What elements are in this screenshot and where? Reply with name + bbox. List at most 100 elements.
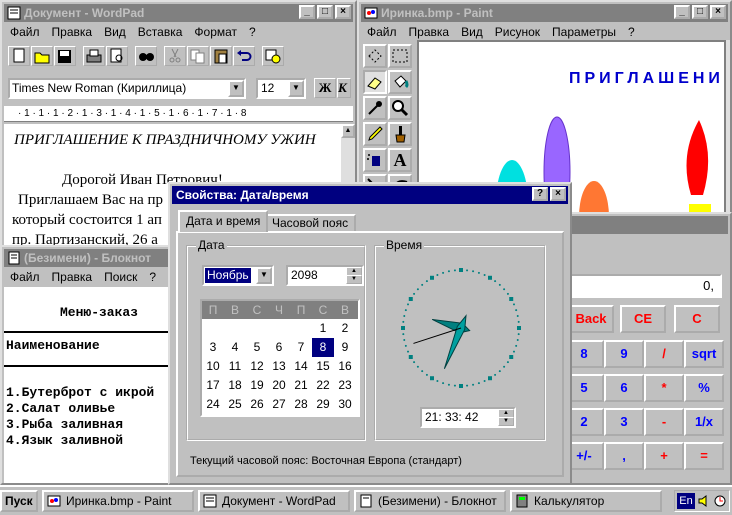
calendar-day[interactable]: 10 (202, 357, 224, 376)
calendar-day[interactable]: 22 (312, 376, 334, 395)
plus-button[interactable]: + (644, 442, 684, 470)
calendar-day[interactable]: 12 (246, 357, 268, 376)
calendar-day[interactable]: 26 (246, 395, 268, 414)
notepad-editor[interactable]: Меню-заказ Наименование 1.Бутерброт с ик… (4, 287, 178, 483)
eraser-icon[interactable] (363, 70, 387, 94)
italic-button[interactable]: К (337, 78, 351, 98)
clear-button[interactable]: C (674, 305, 720, 333)
pencil-icon[interactable] (363, 122, 387, 146)
calendar-day[interactable]: 13 (268, 357, 290, 376)
calendar-day[interactable]: 25 (224, 395, 246, 414)
color-picker-icon[interactable] (363, 96, 387, 120)
menu-edit[interactable]: Правка (46, 23, 99, 41)
calendar-day[interactable]: 4 (224, 338, 246, 357)
decimal-button[interactable]: , (604, 442, 644, 470)
maximize-button[interactable]: □ (317, 5, 333, 19)
chevron-down-icon[interactable]: ▼ (288, 80, 304, 97)
magnifier-icon[interactable] (388, 96, 412, 120)
menu-help[interactable]: ? (143, 268, 162, 286)
free-select-icon[interactable] (363, 44, 387, 68)
airbrush-icon[interactable] (363, 148, 387, 172)
multiply-button[interactable]: * (644, 374, 684, 402)
menu-format[interactable]: Формат (188, 23, 243, 41)
calendar-day[interactable]: 7 (290, 338, 312, 357)
calendar-day[interactable]: 15 (312, 357, 334, 376)
font-select[interactable]: Times New Roman (Кириллица) ▼ (8, 78, 246, 99)
minimize-button[interactable]: _ (299, 5, 315, 19)
chevron-down-icon[interactable]: ▼ (256, 267, 272, 284)
spin-down-icon[interactable]: ▼ (498, 417, 514, 426)
sqrt-button[interactable]: sqrt (684, 340, 724, 368)
rect-select-icon[interactable] (388, 44, 412, 68)
digit-6-button[interactable]: 6 (604, 374, 644, 402)
menu-help[interactable]: ? (243, 23, 262, 41)
notepad-titlebar[interactable]: (Безимени) - Блокнот (4, 249, 176, 267)
datetime-icon[interactable] (262, 46, 284, 66)
close-button[interactable]: × (335, 5, 351, 19)
wordpad-titlebar[interactable]: Документ - WordPad _ □ × (4, 4, 353, 22)
cut-icon[interactable] (164, 46, 186, 66)
menu-file[interactable]: Файл (4, 268, 46, 286)
maximize-button[interactable]: □ (692, 5, 708, 19)
copy-icon[interactable] (187, 46, 209, 66)
preview-icon[interactable] (106, 46, 128, 66)
paste-icon[interactable] (210, 46, 232, 66)
open-icon[interactable] (31, 46, 53, 66)
digit-3-button[interactable]: 3 (604, 408, 644, 436)
print-icon[interactable] (83, 46, 105, 66)
calendar-day[interactable]: 5 (246, 338, 268, 357)
start-button[interactable]: Пуск (0, 490, 38, 512)
calendar-day[interactable]: 11 (224, 357, 246, 376)
clear-entry-button[interactable]: CE (620, 305, 666, 333)
menu-options[interactable]: Параметры (546, 23, 622, 41)
find-icon[interactable] (135, 46, 157, 66)
chevron-down-icon[interactable]: ▼ (228, 80, 244, 97)
menu-file[interactable]: Файл (361, 23, 403, 41)
year-spinner[interactable]: 2098 ▲ ▼ (286, 265, 364, 286)
month-select[interactable]: Ноябрь ▼ (202, 265, 274, 286)
minimize-button[interactable]: _ (674, 5, 690, 19)
calendar-day[interactable]: 21 (290, 376, 312, 395)
equals-button[interactable]: = (684, 442, 724, 470)
calendar-day[interactable]: 1 (312, 319, 334, 338)
reciprocal-button[interactable]: 1/x (684, 408, 724, 436)
scheduler-icon[interactable] (713, 494, 727, 511)
close-button[interactable]: × (550, 187, 566, 201)
percent-button[interactable]: % (684, 374, 724, 402)
dialog-titlebar[interactable]: Свойства: Дата/время ? × (172, 186, 568, 204)
calendar-day[interactable]: 27 (268, 395, 290, 414)
calendar-day[interactable]: 24 (202, 395, 224, 414)
undo-icon[interactable] (233, 46, 255, 66)
tab-date-time[interactable]: Дата и время (178, 210, 269, 232)
calendar-day[interactable]: 16 (334, 357, 356, 376)
ruler[interactable]: · 1 · 1 · 1 · 2 · 1 · 3 · 1 · 4 · 1 · 5 … (4, 106, 353, 122)
menu-view[interactable]: Вид (455, 23, 489, 41)
menu-help[interactable]: ? (622, 23, 641, 41)
minus-button[interactable]: - (644, 408, 684, 436)
taskbar-item-paint[interactable]: Иринка.bmp - Paint (42, 490, 194, 512)
close-button[interactable]: × (710, 5, 726, 19)
calendar-day[interactable]: 29 (312, 395, 334, 414)
scroll-up-icon[interactable]: ▲ (341, 124, 355, 138)
bold-button[interactable]: Ж (314, 78, 336, 98)
calendar-day[interactable]: 6 (268, 338, 290, 357)
calendar-day[interactable]: 30 (334, 395, 356, 414)
menu-file[interactable]: Файл (4, 23, 46, 41)
calendar-day[interactable]: 23 (334, 376, 356, 395)
menu-view[interactable]: Вид (98, 23, 132, 41)
calendar-day[interactable]: 9 (334, 338, 356, 357)
brush-icon[interactable] (388, 122, 412, 146)
calendar-day[interactable]: 8 (312, 338, 334, 357)
calendar-day[interactable]: 19 (246, 376, 268, 395)
text-tool-icon[interactable]: A (388, 148, 412, 172)
taskbar-item-wordpad[interactable]: Документ - WordPad (198, 490, 350, 512)
new-icon[interactable] (8, 46, 30, 66)
spin-down-icon[interactable]: ▼ (346, 275, 362, 284)
calendar-day[interactable]: 17 (202, 376, 224, 395)
time-spinner[interactable]: 21: 33: 42 ▲ ▼ (420, 407, 516, 428)
calendar-day[interactable]: 2 (334, 319, 356, 338)
calendar-day[interactable]: 18 (224, 376, 246, 395)
save-icon[interactable] (54, 46, 76, 66)
digit-9-button[interactable]: 9 (604, 340, 644, 368)
calendar-day[interactable]: 14 (290, 357, 312, 376)
